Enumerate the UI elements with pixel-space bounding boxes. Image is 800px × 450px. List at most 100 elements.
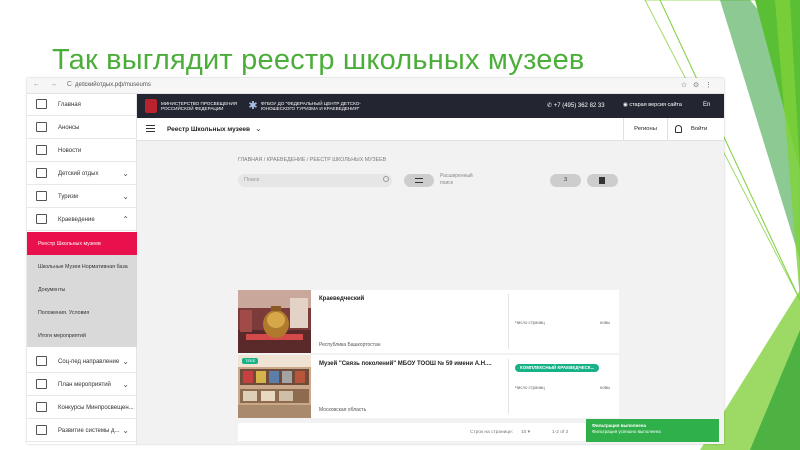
museum-name[interactable]: Краеведческий [319,296,364,302]
sidebar-item-label: План мероприятий [58,382,111,388]
sidebar-item-tourism[interactable]: Туризм ⌄ [27,186,137,208]
language-switch[interactable]: En [703,102,710,108]
sidebar-item-label: Туризм [58,194,78,200]
chevron-down-icon: ⌄ [122,426,129,435]
search-icon[interactable] [383,176,389,182]
sidebar-item-announcements[interactable]: Анонсы [27,117,137,139]
sidebar-subitem-regulations[interactable]: Школьные Музеи Нормативная база [27,255,137,278]
filter-icon [415,178,423,183]
search-input[interactable]: Поиск [238,174,392,187]
development-icon [36,425,47,435]
museum-meta-value: новы [600,385,611,390]
main-content: ГЛАВНАЯ / КРАЕВЕДЕНИЕ / РЕЕСТР ШКОЛЬНЫХ … [137,141,724,444]
building-icon [36,168,47,178]
menu-icon[interactable] [146,125,155,132]
museum-meta-value: новы [600,320,611,325]
sidebar-item-label: Анонсы [58,125,80,131]
sidebar-subitem-museum-registry[interactable]: Реестр Школьных музеев [27,232,137,255]
login-button[interactable]: Войти [691,126,707,132]
document-icon [36,145,47,155]
museum-card[interactable]: Краеведческий Республика Башкортостан Чи… [238,290,619,353]
calendar-icon [36,379,47,389]
sidebar-item-label: Развитие системы д... [58,428,120,434]
sidebar-item-label: Главная [58,102,81,108]
museum-meta: Число страниц [515,385,545,390]
museum-category-tag[interactable]: КОМПЛЕКСНЫЙ КРАЕВЕДЧЕСК... [515,364,600,372]
presentation-slide: Так выглядит реестр школьных музеев ← → … [0,0,800,450]
card-divider [508,359,509,414]
toast-text: Фильтрация успешно выполнена [592,429,661,434]
museum-photo: ТЕБЕ [238,355,311,418]
museum-region: Республика Башкортостан [319,342,381,348]
sidebar-subitem-label: Документы [38,287,66,293]
museum-region: Московская область [319,407,367,413]
flag-icon [36,214,47,224]
tourism-icon [36,191,47,201]
sidebar-item-label: Краеведение [58,217,95,223]
address-bar: ← → C ⌂ детскийотдых.рф/museums ☆⊙⋮ [27,78,724,94]
chevron-down-icon: ⌄ [122,380,129,389]
home-icon [36,99,47,109]
slide-title: Так выглядит реестр школьных музеев [52,44,585,76]
section-title[interactable]: Реестр Школьных музеев [167,126,250,133]
results-count-button[interactable]: 3 [550,174,581,187]
chevron-down-icon: ⌄ [122,192,129,201]
phone-text: +7 (495) 362 82 33 [553,103,605,109]
sidebar-item-label: Детский отдых [58,171,99,177]
user-icon [675,125,682,133]
browser-actions-icon[interactable]: ☆⊙⋮ [681,81,718,89]
chevron-down-icon: ⌄ [122,357,129,366]
chevron-down-icon[interactable]: ⌄ [255,124,262,133]
museum-card[interactable]: ТЕБЕ Музей "Связь поколений" МБОУ ТООШ №… [238,355,619,418]
sidebar-item-label: Соц-пед направление [58,359,120,365]
sidebar-item-label: Новости [58,148,82,154]
notification-toast: Фильтрация выполнена Фильтрация успешно … [586,419,719,442]
sidebar-subitem-label: Итоги мероприятий [38,333,86,339]
advanced-search-link[interactable]: Расширенный поиск [440,173,480,187]
rows-per-page-label: Строк на странице: [470,430,514,435]
calendar-icon [36,122,47,132]
phone-number[interactable]: ✆ +7 (495) 362 82 33 [547,102,605,109]
photo-badge: ТЕБЕ [242,358,259,364]
museum-meta: Число страниц [515,320,545,325]
center-logo-icon: ✱ [248,100,258,112]
sidebar: Главная Анонсы Новости Детский отдых ⌄ Т… [27,94,137,444]
url-field[interactable]: детскийотдых.рф/museums [75,82,151,88]
site-header: МИНИСТЕРСТВО ПРОСВЕЩЕНИЯ РОССИЙСКОЙ ФЕДЕ… [137,94,724,118]
pagination: Строк на странице: 10 ▾ 1-2 of 2 ‹ › [238,423,619,441]
sidebar-item-contests[interactable]: Конкурсы Минпросвещен... [27,397,137,419]
sidebar-item-children-rest[interactable]: Детский отдых ⌄ [27,163,137,185]
rows-per-page-select[interactable]: 10 ▾ [521,430,530,435]
ministry-name[interactable]: МИНИСТЕРСТВО ПРОСВЕЩЕНИЯ РОССИЙСКОЙ ФЕДЕ… [161,101,241,111]
sidebar-subitem-results[interactable]: Итоги мероприятий [27,324,137,347]
sidebar-subitem-label: Реестр Школьных музеев [38,241,101,247]
sidebar-item-development[interactable]: Развитие системы д... ⌄ [27,420,137,442]
sidebar-item-social[interactable]: Соц-пед направление ⌄ [27,351,137,373]
browser-window: ← → C ⌂ детскийотдых.рф/museums ☆⊙⋮ Глав… [27,78,724,444]
sidebar-item-news[interactable]: Новости [27,140,137,162]
sidebar-item-label: Конкурсы Минпросвещен... [58,405,134,411]
list-icon [36,402,47,412]
sidebar-subitem-conditions[interactable]: Положения. Условия [27,301,137,324]
breadcrumb[interactable]: ГЛАВНАЯ / КРАЕВЕДЕНИЕ / РЕЕСТР ШКОЛЬНЫХ … [238,157,386,163]
chevron-down-icon: ⌄ [122,169,129,178]
social-icon [36,356,47,366]
card-divider [508,294,509,349]
sidebar-item-events-plan[interactable]: План мероприятий ⌄ [27,374,137,396]
sidebar-subitem-documents[interactable]: Документы [27,278,137,301]
sidebar-subitem-label: Положения. Условия [38,310,90,316]
center-name[interactable]: ФГБОУ ДО "ФЕДЕРАЛЬНЫЙ ЦЕНТР ДЕТСКО-ЮНОШЕ… [261,101,366,111]
museum-photo [238,290,311,353]
section-header: Реестр Школьных музеев ⌄ Регионы Войти [137,118,724,141]
filter-button[interactable] [404,174,434,187]
page-range: 1-2 of 2 [552,430,569,435]
old-version-link[interactable]: ◉ старая версия сайта [623,102,682,108]
sidebar-item-home[interactable]: Главная [27,94,137,116]
sidebar-subitem-label: Школьные Музеи Нормативная база [38,264,128,270]
regions-button[interactable]: Регионы [623,118,668,141]
ministry-emblem-icon [145,99,157,113]
museum-name[interactable]: Музей "Связь поколений" МБОУ ТООШ № 59 и… [319,361,492,367]
map-button[interactable] [587,174,618,187]
old-version-text: старая версия сайта [629,102,682,108]
sidebar-item-local-history[interactable]: Краеведение ⌃ [27,209,137,231]
